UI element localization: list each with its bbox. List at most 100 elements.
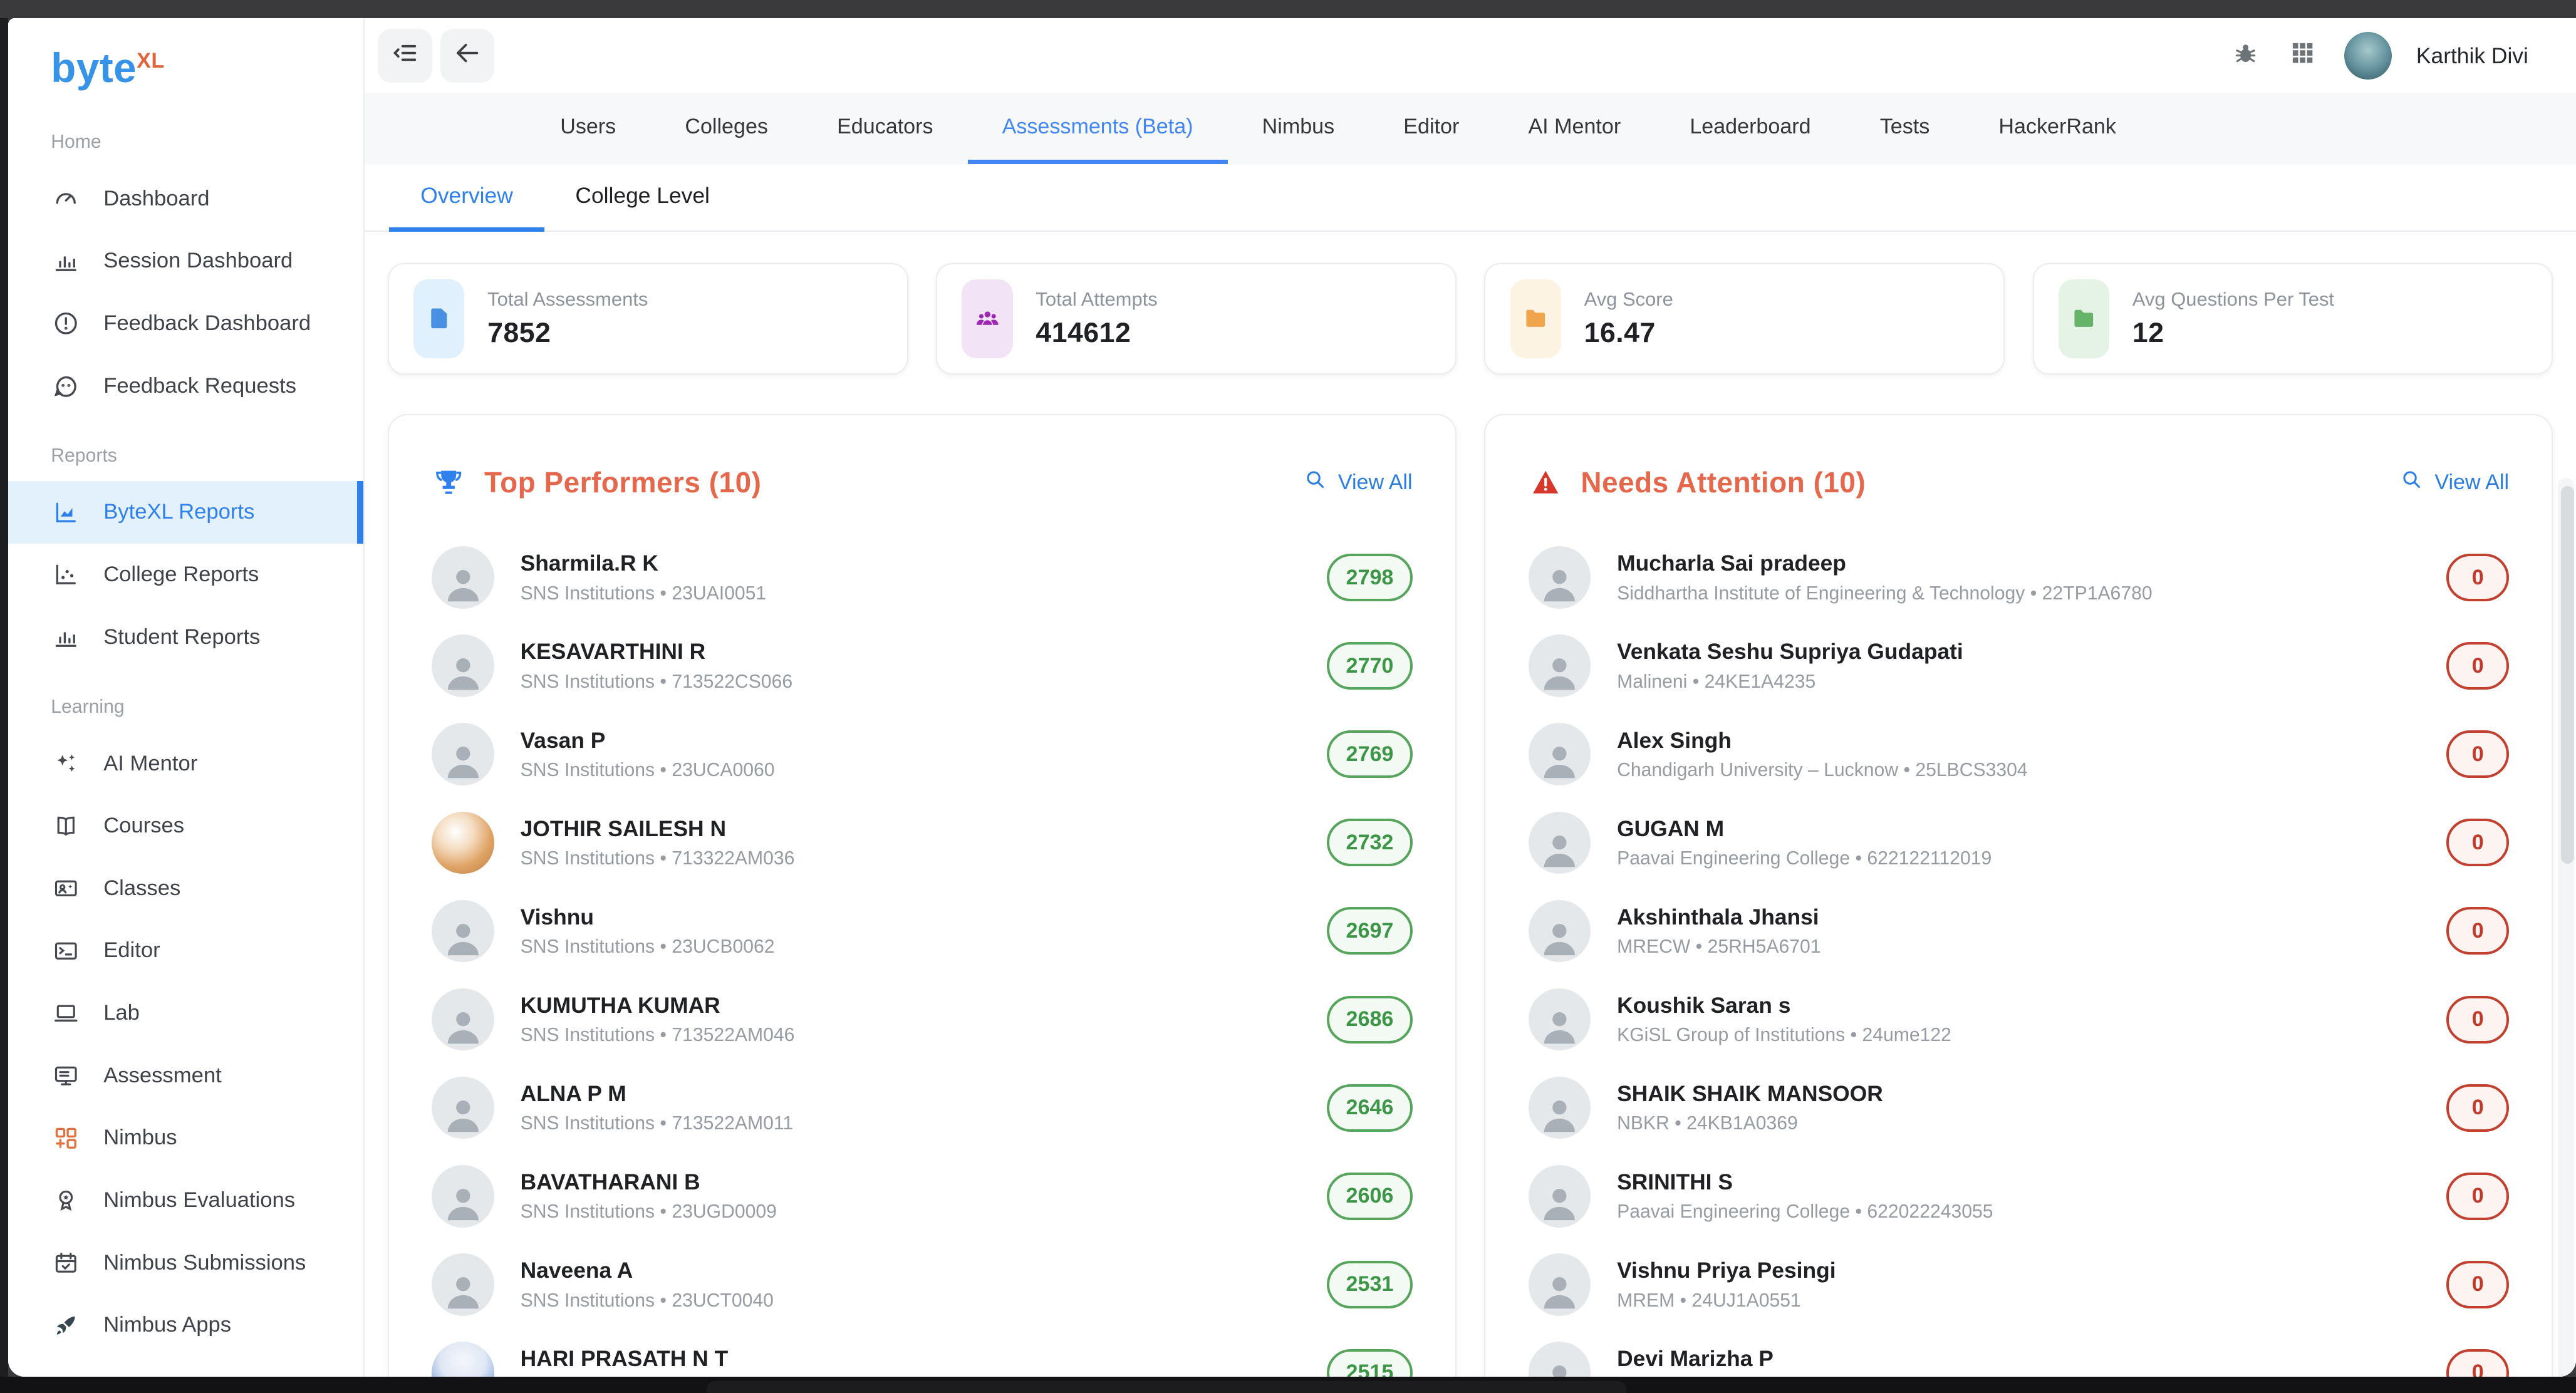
list-item[interactable]: BAVATHARANI BSNS Institutions • 23UGD000… — [432, 1152, 1413, 1240]
tab-tests[interactable]: Tests — [1846, 93, 1965, 164]
back-button[interactable] — [440, 29, 495, 83]
student-name: Mucharla Sai pradeep — [1617, 551, 2420, 576]
tab-assessments-beta[interactable]: Assessments (Beta) — [968, 93, 1228, 164]
student-name: KESAVARTHINI R — [521, 639, 1301, 665]
list-item[interactable]: Akshinthala JhansiMRECW • 25RH5A6701 0 — [1529, 887, 2510, 975]
sidebar-item-assessment[interactable]: Assessment — [8, 1044, 363, 1107]
student-name: SRINITHI S — [1617, 1169, 2420, 1195]
avatar — [432, 723, 494, 785]
search-icon — [2400, 468, 2423, 497]
list-item[interactable]: ALNA P MSNS Institutions • 713522AM011 2… — [432, 1064, 1413, 1152]
user-name[interactable]: Karthik Divi — [2416, 43, 2528, 69]
list-item[interactable]: KUMUTHA KUMARSNS Institutions • 713522AM… — [432, 975, 1413, 1064]
score-badge: 2606 — [1327, 1173, 1412, 1220]
apps-grid-button[interactable] — [2287, 39, 2319, 72]
student-name: SHAIK SHAIK MANSOOR — [1617, 1081, 2420, 1107]
student-name: Sharmila.R K — [521, 551, 1301, 576]
list-item[interactable]: SRINITHI S Paavai Engineering College • 6… — [1529, 1152, 2510, 1240]
app-window: byteXL Home Dashboard Session Dashboard … — [8, 18, 2576, 1377]
bug-report-button[interactable] — [2229, 39, 2262, 72]
list-item[interactable]: Devi Marizha PSKCT & SKCET • 727822TUCS0… — [1529, 1328, 2510, 1376]
tab-leaderboard[interactable]: Leaderboard — [1655, 93, 1845, 164]
list-item[interactable]: VishnuSNS Institutions • 23UCB0062 2697 — [432, 887, 1413, 975]
sidebar-item-ai-mentor[interactable]: AI Mentor — [8, 732, 363, 795]
sidebar-item-lab[interactable]: Lab — [8, 982, 363, 1045]
list-item[interactable]: Alex SinghChandigarh University – Luckno… — [1529, 710, 2510, 799]
student-subtitle: SNS Institutions • 23UCA0060 — [521, 760, 1301, 781]
list-item[interactable]: SHAIK SHAIK MANSOORNBKR • 24KB1A0369 0 — [1529, 1064, 2510, 1152]
list-item[interactable]: Vasan PSNS Institutions • 23UCA0060 2769 — [432, 710, 1413, 799]
window-edge-left — [0, 18, 8, 1393]
page-content: Total Assessments7852 Total Attempts4146… — [365, 232, 2576, 1377]
collapse-sidebar-button[interactable] — [378, 29, 432, 83]
stat-label: Avg Questions Per Test — [2132, 288, 2334, 311]
sidebar-item-editor[interactable]: Editor — [8, 919, 363, 982]
tab-colleges[interactable]: Colleges — [650, 93, 802, 164]
feedback-bubble-icon — [51, 371, 80, 401]
student-subtitle: Paavai Engineering College • 62202224305… — [1617, 1201, 2420, 1223]
page-scrollbar-thumb[interactable] — [2561, 486, 2574, 864]
sidebar-item-feedback-dashboard[interactable]: Feedback Dashboard — [8, 293, 363, 355]
avatar — [432, 1077, 494, 1139]
subtab-college-level[interactable]: College Level — [544, 164, 741, 232]
tab-users[interactable]: Users — [526, 93, 650, 164]
bytexl-logo[interactable]: byteXL — [8, 18, 363, 103]
student-subtitle: Chandigarh University – Lucknow • 25LBCS… — [1617, 760, 2420, 781]
tab-editor[interactable]: Editor — [1369, 93, 1493, 164]
tab-ai-mentor[interactable]: AI Mentor — [1493, 93, 1655, 164]
score-badge: 0 — [2446, 819, 2509, 866]
list-item[interactable]: Sharmila.R KSNS Institutions • 23UAI0051… — [432, 534, 1413, 622]
sidebar-item-nimbus-submissions[interactable]: Nimbus Submissions — [8, 1231, 363, 1294]
list-item[interactable]: GUGAN MPaavai Engineering College • 6221… — [1529, 799, 2510, 887]
student-subtitle: MREM • 24UJ1A0551 — [1617, 1290, 2420, 1312]
sidebar-item-classes[interactable]: Classes — [8, 857, 363, 919]
stat-value: 12 — [2132, 318, 2334, 349]
list-item[interactable]: Venkata Seshu Supriya GudapatiMalineni •… — [1529, 622, 2510, 710]
file-icon — [413, 279, 464, 358]
terminal-icon — [51, 936, 80, 965]
list-item[interactable]: Naveena ASNS Institutions • 23UCT0040 25… — [432, 1240, 1413, 1328]
list-item[interactable]: Mucharla Sai pradeepSiddhartha Institute… — [1529, 534, 2510, 622]
needs-attention-view-all[interactable]: View All — [2400, 468, 2509, 497]
list-item[interactable]: HARI PRASATH N TSNS Institutions • 71332… — [432, 1328, 1413, 1376]
avatar — [1529, 634, 1591, 697]
list-item[interactable]: Vishnu Priya PesingiMREM • 24UJ1A0551 0 — [1529, 1240, 2510, 1328]
sidebar-section-learning: Learning — [8, 696, 363, 718]
subtab-overview[interactable]: Overview — [389, 164, 544, 232]
scatter-chart-icon — [51, 560, 80, 589]
view-all-label: View All — [2434, 470, 2509, 495]
top-performers-view-all[interactable]: View All — [1304, 468, 1413, 497]
avatar — [432, 546, 494, 609]
sidebar-item-session-dashboard[interactable]: Session Dashboard — [8, 230, 363, 293]
sidebar-item-nimbus[interactable]: Nimbus — [8, 1107, 363, 1169]
tab-educators[interactable]: Educators — [802, 93, 968, 164]
student-name: Vishnu — [521, 904, 1301, 930]
sidebar-item-feedback-requests[interactable]: Feedback Requests — [8, 355, 363, 417]
sidebar-item-label: Nimbus — [103, 1126, 177, 1150]
sidebar-item-label: Nimbus Apps — [103, 1313, 231, 1337]
list-item[interactable]: KESAVARTHINI RSNS Institutions • 713522C… — [432, 622, 1413, 710]
sidebar-item-bytexl-reports[interactable]: ByteXL Reports — [8, 481, 363, 544]
tab-hackerrank[interactable]: HackerRank — [1964, 93, 2151, 164]
sidebar-item-student-reports[interactable]: Student Reports — [8, 606, 363, 668]
list-item[interactable]: JOTHIR SAILESH NSNS Institutions • 71332… — [432, 799, 1413, 887]
stat-label: Total Attempts — [1036, 288, 1157, 311]
sidebar-item-nimbus-apps[interactable]: Nimbus Apps — [8, 1294, 363, 1357]
sidebar-item-label: Feedback Requests — [103, 374, 296, 398]
sidebar-item-dashboard[interactable]: Dashboard — [8, 167, 363, 230]
score-badge: 0 — [2446, 554, 2509, 601]
score-badge: 2798 — [1327, 554, 1412, 601]
sidebar-item-college-reports[interactable]: College Reports — [8, 544, 363, 606]
tab-nimbus[interactable]: Nimbus — [1228, 93, 1369, 164]
stats-row: Total Assessments7852 Total Attempts4146… — [388, 263, 2553, 375]
list-item[interactable]: Koushik Saran sKGiSL Group of Institutio… — [1529, 975, 2510, 1064]
sidebar-item-nimbus-evaluations[interactable]: Nimbus Evaluations — [8, 1169, 363, 1232]
area-chart-icon — [51, 497, 80, 527]
student-subtitle: SNS Institutions • 23UCB0062 — [521, 936, 1301, 958]
top-toolbar: Karthik Divi — [365, 18, 2576, 94]
sidebar-item-courses[interactable]: Courses — [8, 795, 363, 857]
calendar-check-icon — [51, 1248, 80, 1278]
user-avatar[interactable] — [2344, 32, 2392, 80]
stat-card-avg-score: Avg Score16.47 — [1484, 263, 2005, 375]
top-performers-header: Top Performers (10) View All — [432, 460, 1413, 505]
